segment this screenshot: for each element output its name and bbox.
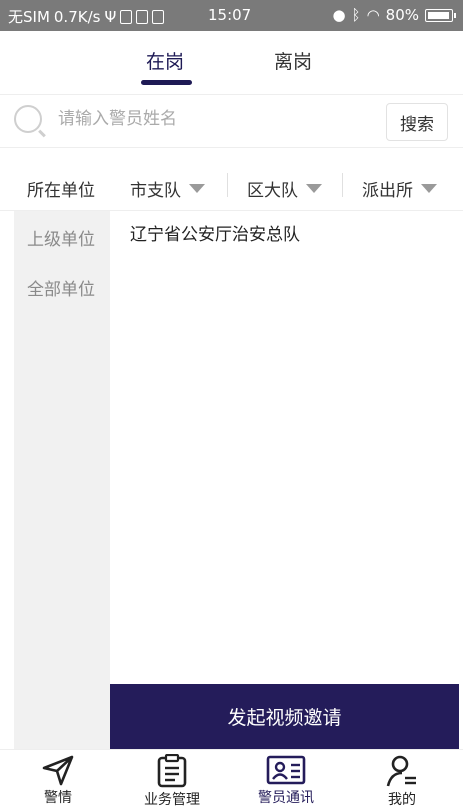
unit-level-sidebar: 上级单位 全部单位 xyxy=(14,211,110,749)
unit-filter-label: 所在单位 xyxy=(27,181,95,201)
search-bar: 搜索 xyxy=(0,95,463,148)
unit-list: 辽宁省公安厅治安总队 xyxy=(110,211,459,684)
nav-label: 业务管理 xyxy=(144,792,200,808)
start-video-invite-button[interactable]: 发起视频邀请 xyxy=(110,684,459,749)
nav-item-contacts[interactable]: 警员通讯 xyxy=(236,750,336,812)
dropdown-district-brigade[interactable]: 区大队 xyxy=(247,176,322,201)
divider xyxy=(342,173,343,197)
tab-off-duty[interactable]: 离岗 xyxy=(274,47,312,74)
nav-label: 我的 xyxy=(388,792,416,808)
nav-item-profile[interactable]: 我的 xyxy=(352,750,452,812)
network-speed: 0.7K/s xyxy=(53,7,101,26)
person-icon xyxy=(386,755,416,787)
notification-icon xyxy=(136,9,149,24)
send-icon xyxy=(42,755,74,786)
nav-item-business[interactable]: 业务管理 xyxy=(122,750,222,812)
caret-down-icon xyxy=(421,184,437,193)
dropdown-city-detachment[interactable]: 市支队 xyxy=(130,176,205,201)
clock: 15:07 xyxy=(208,6,252,24)
active-tab-indicator xyxy=(141,80,192,85)
duty-tabs: 在岗 离岗 xyxy=(0,31,463,95)
divider xyxy=(227,173,228,197)
notification-icon xyxy=(152,9,165,24)
nav-label: 警情 xyxy=(44,790,72,806)
battery-percent: 80% xyxy=(385,6,419,24)
dropdown-label: 市支队 xyxy=(130,181,181,201)
id-card-icon xyxy=(266,755,306,785)
caret-down-icon xyxy=(189,184,205,193)
status-left: 无SIM 0.7K/s Ψ xyxy=(8,6,165,27)
unit-filter-bar: 所在单位 市支队 区大队 派出所 xyxy=(0,160,463,211)
dropdown-police-station[interactable]: 派出所 xyxy=(362,176,437,201)
list-item[interactable]: 辽宁省公安厅治安总队 xyxy=(130,220,300,245)
location-icon: ● xyxy=(332,6,346,24)
sidebar-item-all-units[interactable]: 全部单位 xyxy=(27,275,95,300)
status-bar: 无SIM 0.7K/s Ψ 15:07 ● ᛒ ◠ 80% xyxy=(0,0,463,31)
bluetooth-icon: ᛒ xyxy=(351,6,361,24)
wifi-icon: ◠ xyxy=(366,6,380,24)
search-button[interactable]: 搜索 xyxy=(386,103,448,141)
notification-icon xyxy=(120,9,133,24)
battery-icon xyxy=(425,8,456,22)
clipboard-icon xyxy=(157,754,187,788)
search-input[interactable] xyxy=(58,109,368,129)
dropdown-label: 区大队 xyxy=(247,181,298,201)
nav-label: 警员通讯 xyxy=(258,790,314,806)
usb-icon: Ψ xyxy=(104,7,117,26)
caret-down-icon xyxy=(306,184,322,193)
sidebar-item-parent-unit[interactable]: 上级单位 xyxy=(27,225,95,250)
status-right: ● ᛒ ◠ 80% xyxy=(332,6,456,24)
carrier-text: 无SIM xyxy=(8,8,50,26)
bottom-navigation: 警情 业务管理 警员通讯 我的 xyxy=(0,749,463,812)
search-icon xyxy=(14,105,42,133)
tab-on-duty[interactable]: 在岗 xyxy=(146,47,184,74)
dropdown-label: 派出所 xyxy=(362,181,413,201)
nav-item-alerts[interactable]: 警情 xyxy=(8,750,108,812)
